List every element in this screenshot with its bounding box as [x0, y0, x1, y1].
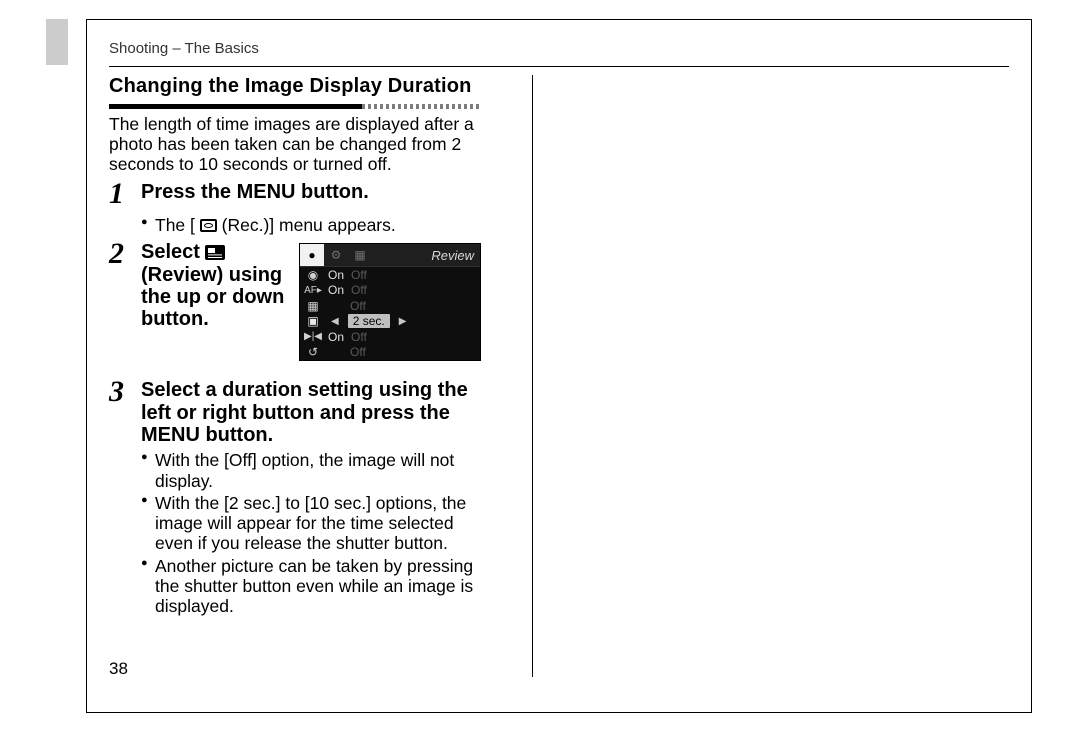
- page-number: 38: [109, 659, 128, 679]
- step-2-title: Select (Review) using the up or down but…: [141, 241, 285, 331]
- step-3-bullet: Another picture can be taken by pressing…: [141, 556, 481, 617]
- text: (Rec.)] menu appears.: [222, 215, 396, 235]
- lcd-selected-value: 2 sec.: [348, 314, 390, 328]
- page-frame: Shooting – The Basics Changing the Image…: [86, 19, 1032, 713]
- left-column: Changing the Image Display Duration The …: [109, 75, 481, 677]
- lcd-off: Off: [351, 330, 367, 344]
- lcd-row-icon: ▦: [304, 299, 322, 313]
- right-arrow-icon: ▶: [396, 316, 410, 327]
- text: The [: [155, 215, 195, 235]
- lcd-row-icon: ↺: [304, 345, 322, 359]
- lcd-tab-rec: ●: [300, 244, 324, 266]
- lcd-tabs: ● ⚙ ▦ Review: [300, 244, 480, 266]
- lcd-row-icon: ▶|◀: [304, 331, 322, 342]
- lcd-off: Off: [351, 283, 367, 297]
- text: Select: [141, 241, 205, 263]
- lcd-row: ↺ Off: [300, 345, 480, 361]
- lcd-row: ▶|◀ On Off: [300, 329, 480, 345]
- header-divider: [109, 66, 1009, 67]
- lcd-off: Off: [350, 299, 366, 313]
- lcd-rows: ◉ On Off AF▸ On Off ▦ Off: [300, 266, 480, 360]
- lcd-row: ▦ Off: [300, 298, 480, 314]
- step-1-bullet: The [ (Rec.)] menu appears.: [141, 215, 481, 235]
- page-sheet: Shooting – The Basics Changing the Image…: [0, 0, 1080, 729]
- lcd-row-icon: ▣: [304, 314, 322, 328]
- step-2: 2 Select (Review) using the up or down b…: [109, 241, 481, 361]
- lcd-off: Off: [351, 268, 367, 282]
- text: (Review) using the up or down button.: [141, 264, 284, 331]
- section-intro: The length of time images are displayed …: [109, 115, 481, 175]
- lcd-on: On: [328, 330, 344, 344]
- lcd-row-icon: AF▸: [304, 285, 322, 296]
- step-number: 3: [109, 377, 139, 407]
- step-3-body: With the [Off] option, the image will no…: [139, 450, 481, 616]
- step-number: 1: [109, 179, 139, 209]
- step-1: 1 Press the MENU button. The [ (Rec.)] m…: [109, 181, 481, 235]
- chapter-tab: [46, 19, 68, 65]
- lcd-row-icon: ◉: [304, 268, 322, 282]
- section-title: Changing the Image Display Duration: [109, 75, 481, 98]
- step-1-body: The [ (Rec.)] menu appears.: [139, 215, 481, 235]
- lcd-on: On: [328, 283, 344, 297]
- step-3-bullet: With the [Off] option, the image will no…: [141, 450, 481, 491]
- camera-rec-icon: [200, 219, 217, 232]
- step-number: 2: [109, 239, 139, 269]
- right-column: [584, 75, 956, 677]
- title-underline: [109, 104, 481, 109]
- lcd-row: AF▸ On Off: [300, 283, 480, 299]
- step-3: 3 Select a duration setting using the le…: [109, 379, 481, 617]
- left-arrow-icon: ◀: [328, 316, 342, 327]
- lcd-tab-title: Review: [425, 244, 480, 266]
- running-head: Shooting – The Basics: [109, 40, 1009, 57]
- camera-lcd-screenshot: ● ⚙ ▦ Review ◉ On Off: [299, 243, 481, 361]
- step-1-title: Press the MENU button.: [141, 181, 369, 203]
- review-icon: [205, 245, 225, 260]
- lcd-tab-mycamera: ▦: [348, 244, 372, 266]
- content-columns: Changing the Image Display Duration The …: [109, 75, 1009, 677]
- column-separator: [532, 75, 533, 677]
- lcd-row-selected: ▣ ◀ 2 sec. ▶: [300, 314, 480, 330]
- lcd-tab-setup: ⚙: [324, 244, 348, 266]
- lcd-row: ◉ On Off: [300, 266, 480, 283]
- step-3-title: Select a duration setting using the left…: [141, 379, 481, 446]
- lcd-off: Off: [350, 345, 366, 359]
- step-3-bullet: With the [2 sec.] to [10 sec.] options, …: [141, 493, 481, 554]
- lcd-on: On: [328, 268, 344, 282]
